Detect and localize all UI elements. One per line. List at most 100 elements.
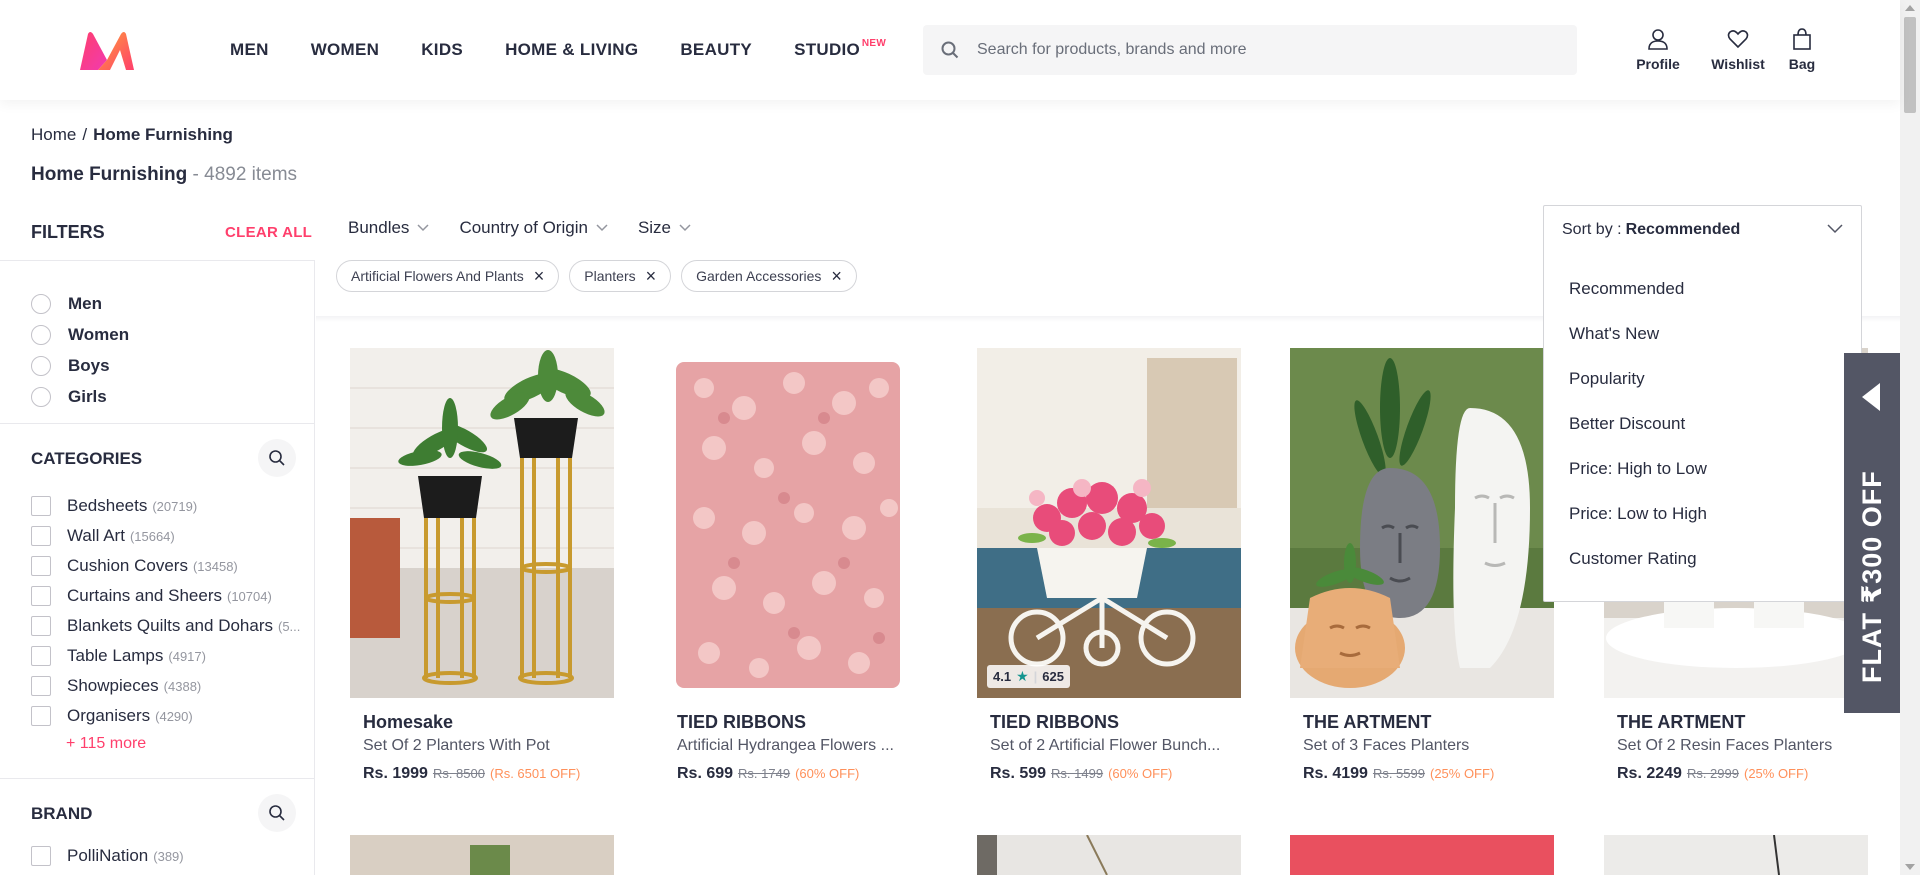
- size-filter[interactable]: Size: [638, 218, 691, 238]
- wishlist-button[interactable]: Wishlist: [1708, 28, 1768, 72]
- nav-studio[interactable]: STUDIO NEW: [794, 0, 886, 100]
- product-brand: TIED RIBBONS: [677, 712, 807, 732]
- checkbox[interactable]: [31, 706, 51, 726]
- filter-label: Bundles: [348, 218, 410, 237]
- product-image[interactable]: [1290, 835, 1554, 875]
- filter-chip[interactable]: Artificial Flowers And Plants ×: [336, 260, 560, 292]
- category-option[interactable]: Bedsheets (20719): [31, 491, 301, 521]
- product-image[interactable]: [350, 835, 614, 875]
- sort-option-popularity[interactable]: Popularity: [1544, 356, 1861, 401]
- nav-women[interactable]: WOMEN: [311, 0, 380, 100]
- profile-button[interactable]: Profile: [1628, 28, 1688, 72]
- sort-header[interactable]: Sort by : Recommended: [1544, 206, 1861, 254]
- discount: (60% OFF): [795, 766, 860, 781]
- category-option[interactable]: Table Lamps (4917): [31, 641, 301, 671]
- caret-left-icon[interactable]: [1862, 383, 1880, 411]
- gender-option[interactable]: Women: [31, 319, 314, 350]
- gender-option[interactable]: Girls: [31, 381, 314, 412]
- rating-badge: 4.1 ★ | 625: [987, 665, 1070, 688]
- brand-search-button[interactable]: [258, 794, 296, 832]
- product-card[interactable]: 4.1 ★ | 625 TIED RIBBONS Set of 2 Artifi…: [977, 348, 1241, 783]
- radio-button[interactable]: [31, 324, 51, 345]
- checkbox[interactable]: [31, 586, 51, 606]
- filter-label: Size: [637, 218, 672, 237]
- sort-option-whats-new[interactable]: What's New: [1544, 311, 1861, 356]
- brand-label: PolliNation: [67, 846, 149, 865]
- category-option[interactable]: Blankets Quilts and Dohars (5...: [31, 611, 301, 641]
- product-image[interactable]: 4.1 ★ | 625: [977, 348, 1241, 698]
- nav-men[interactable]: MEN: [230, 0, 269, 100]
- bag-label[interactable]: Bag: [1789, 56, 1815, 72]
- wishlist-label[interactable]: Wishlist: [1711, 56, 1765, 72]
- radio-button[interactable]: [31, 386, 51, 407]
- close-icon[interactable]: ×: [534, 267, 545, 285]
- category-label: Organisers: [67, 706, 151, 725]
- country-of-origin-filter[interactable]: Country of Origin: [459, 218, 608, 238]
- gender-label: Boys: [68, 355, 110, 375]
- bag-button[interactable]: Bag: [1782, 28, 1822, 72]
- product-card[interactable]: TIED RIBBONS Artificial Hydrangea Flower…: [664, 348, 928, 783]
- chip-label: Planters: [584, 268, 636, 284]
- category-option[interactable]: Cushion Covers (13458): [31, 551, 301, 581]
- nav-studio-label[interactable]: STUDIO: [794, 40, 860, 60]
- page-scrollbar[interactable]: [1900, 0, 1920, 875]
- category-option[interactable]: Organisers (4290): [31, 701, 301, 731]
- page-title-text: Home Furnishing: [31, 164, 188, 185]
- radio-button[interactable]: [31, 355, 51, 376]
- sort-options: Recommended What's New Popularity Better…: [1544, 254, 1861, 581]
- category-option[interactable]: Curtains and Sheers (10704): [31, 581, 301, 611]
- gender-option[interactable]: Men: [31, 288, 314, 319]
- search-icon[interactable]: [923, 25, 977, 75]
- sort-option-customer-rating[interactable]: Customer Rating: [1544, 536, 1861, 581]
- profile-label[interactable]: Profile: [1636, 56, 1680, 72]
- product-price: Rs. 1999 Rs. 8500 (Rs. 6501 OFF): [363, 765, 601, 783]
- gender-option[interactable]: Boys: [31, 350, 314, 381]
- more-categories-link[interactable]: + 115 more: [66, 735, 146, 753]
- product-image[interactable]: [350, 348, 614, 698]
- sort-option-recommended[interactable]: Recommended: [1544, 266, 1861, 311]
- category-option[interactable]: Showpieces (4388): [31, 671, 301, 701]
- product-image[interactable]: [1290, 348, 1554, 698]
- checkbox[interactable]: [31, 646, 51, 666]
- checkbox[interactable]: [31, 676, 51, 696]
- brand-option[interactable]: PolliNation (389): [31, 841, 301, 871]
- myntra-logo-icon[interactable]: [76, 30, 138, 72]
- nav-home-living[interactable]: HOME & LIVING: [505, 0, 638, 100]
- clear-all-button[interactable]: CLEAR ALL: [225, 224, 312, 241]
- checkbox[interactable]: [31, 616, 51, 636]
- checkbox[interactable]: [31, 846, 51, 866]
- product-image[interactable]: [1604, 835, 1868, 875]
- search-bar[interactable]: [923, 25, 1577, 75]
- filters-sidebar: Men Women Boys Girls CATEGORIES Bedsheet…: [0, 260, 315, 875]
- sort-dropdown[interactable]: Sort by : Recommended Recommended What's…: [1543, 205, 1862, 602]
- scroll-up-arrow-icon[interactable]: [1905, 5, 1915, 11]
- sort-option-price-low-high[interactable]: Price: Low to High: [1544, 491, 1861, 536]
- category-count: (4388): [163, 678, 202, 694]
- category-search-button[interactable]: [258, 439, 296, 477]
- checkbox[interactable]: [31, 556, 51, 576]
- product-card[interactable]: THE ARTMENT Set of 3 Faces Planters Rs. …: [1290, 348, 1554, 783]
- product-image[interactable]: [977, 835, 1241, 875]
- product-image[interactable]: [664, 348, 928, 698]
- nav-beauty[interactable]: BEAUTY: [680, 0, 752, 100]
- close-icon[interactable]: ×: [646, 267, 657, 285]
- scrollbar-thumb[interactable]: [1904, 17, 1916, 113]
- checkbox[interactable]: [31, 526, 51, 546]
- breadcrumb: Home / Home Furnishing: [31, 125, 233, 145]
- breadcrumb-home[interactable]: Home: [31, 125, 76, 144]
- category-option[interactable]: Wall Art (15664): [31, 521, 301, 551]
- filter-chip[interactable]: Garden Accessories ×: [681, 260, 857, 292]
- search-input[interactable]: [977, 41, 1577, 59]
- product-card[interactable]: Homesake Set Of 2 Planters With Pot Rs. …: [350, 348, 614, 783]
- close-icon[interactable]: ×: [831, 267, 842, 285]
- sort-option-better-discount[interactable]: Better Discount: [1544, 401, 1861, 446]
- brand-heading: BRAND: [31, 804, 93, 823]
- radio-button[interactable]: [31, 293, 51, 314]
- scroll-down-arrow-icon[interactable]: [1905, 864, 1915, 870]
- sort-option-price-high-low[interactable]: Price: High to Low: [1544, 446, 1861, 491]
- checkbox[interactable]: [31, 496, 51, 516]
- flat-offer-side-tab[interactable]: FLAT ₹300 OFF: [1844, 353, 1900, 713]
- bundles-filter[interactable]: Bundles: [348, 218, 429, 238]
- nav-kids[interactable]: KIDS: [421, 0, 463, 100]
- filter-chip[interactable]: Planters ×: [569, 260, 672, 292]
